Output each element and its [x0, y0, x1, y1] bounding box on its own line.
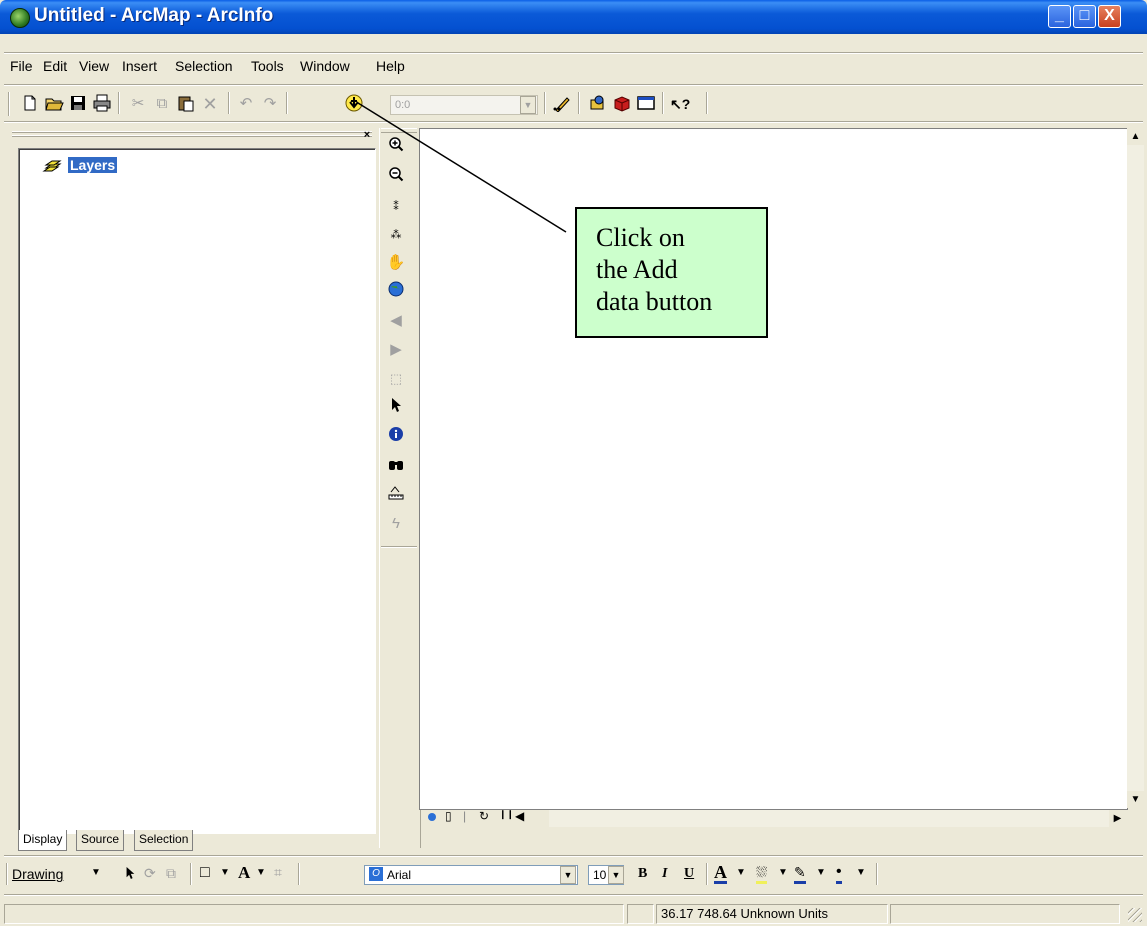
fill-color-dropdown-icon[interactable]: ▼ — [778, 867, 788, 878]
resize-grip-icon[interactable] — [1128, 908, 1142, 922]
drawing-top-divider — [4, 855, 1143, 857]
text-dropdown-icon[interactable]: ▼ — [256, 867, 266, 878]
new-text-icon[interactable]: A — [238, 863, 250, 883]
callout-line-2: the Add — [596, 255, 678, 284]
underline-button[interactable]: U — [684, 866, 694, 882]
font-size-dropdown-arrow[interactable]: ▼ — [608, 866, 624, 884]
font-name-dropdown-arrow[interactable]: ▼ — [560, 866, 576, 884]
line-color-icon[interactable]: ✎ — [794, 863, 806, 884]
rectangle-icon[interactable]: □ — [200, 864, 210, 882]
italic-button[interactable]: I — [662, 866, 667, 882]
callout-line-3: data button — [596, 287, 713, 316]
drawing-toolbar: Drawing ▼ ⟳ ⧉ □ ▼ A ▼ ⌗ Arial O ▼ 10 ▼ B… — [4, 859, 1144, 889]
status-coordinates: 36.17 748.64 Unknown Units — [656, 904, 888, 924]
line-color-dropdown-icon[interactable]: ▼ — [816, 867, 826, 878]
drawing-menu-button[interactable]: Drawing — [12, 866, 63, 882]
font-color-dropdown-icon[interactable]: ▼ — [736, 867, 746, 878]
drawing-menu-arrow-icon[interactable]: ▼ — [91, 867, 101, 878]
bold-button[interactable]: B — [638, 866, 647, 882]
status-empty-panel — [890, 904, 1120, 924]
marker-color-icon[interactable]: • — [836, 863, 842, 884]
select-elements-arrow-icon[interactable] — [124, 865, 136, 884]
rotate-icon[interactable]: ⟳ — [144, 865, 156, 882]
instruction-callout-text: Click on the Add data button — [596, 222, 756, 318]
zoom-to-elements-icon[interactable]: ⧉ — [166, 865, 176, 882]
rectangle-dropdown-icon[interactable]: ▼ — [220, 867, 230, 878]
status-spacer-panel — [627, 904, 654, 924]
opentype-font-icon: O — [369, 867, 383, 881]
fill-color-icon[interactable]: ⛆ — [756, 863, 768, 884]
callout-line-1: Click on — [596, 223, 685, 252]
font-color-button[interactable]: A — [714, 863, 727, 884]
status-message-panel — [4, 904, 624, 924]
status-top-divider — [4, 894, 1143, 896]
marker-color-dropdown-icon[interactable]: ▼ — [856, 867, 866, 878]
edit-vertices-icon[interactable]: ⌗ — [274, 864, 282, 881]
callout-pointer-line — [357, 102, 567, 233]
font-name-field[interactable]: Arial — [364, 865, 578, 885]
